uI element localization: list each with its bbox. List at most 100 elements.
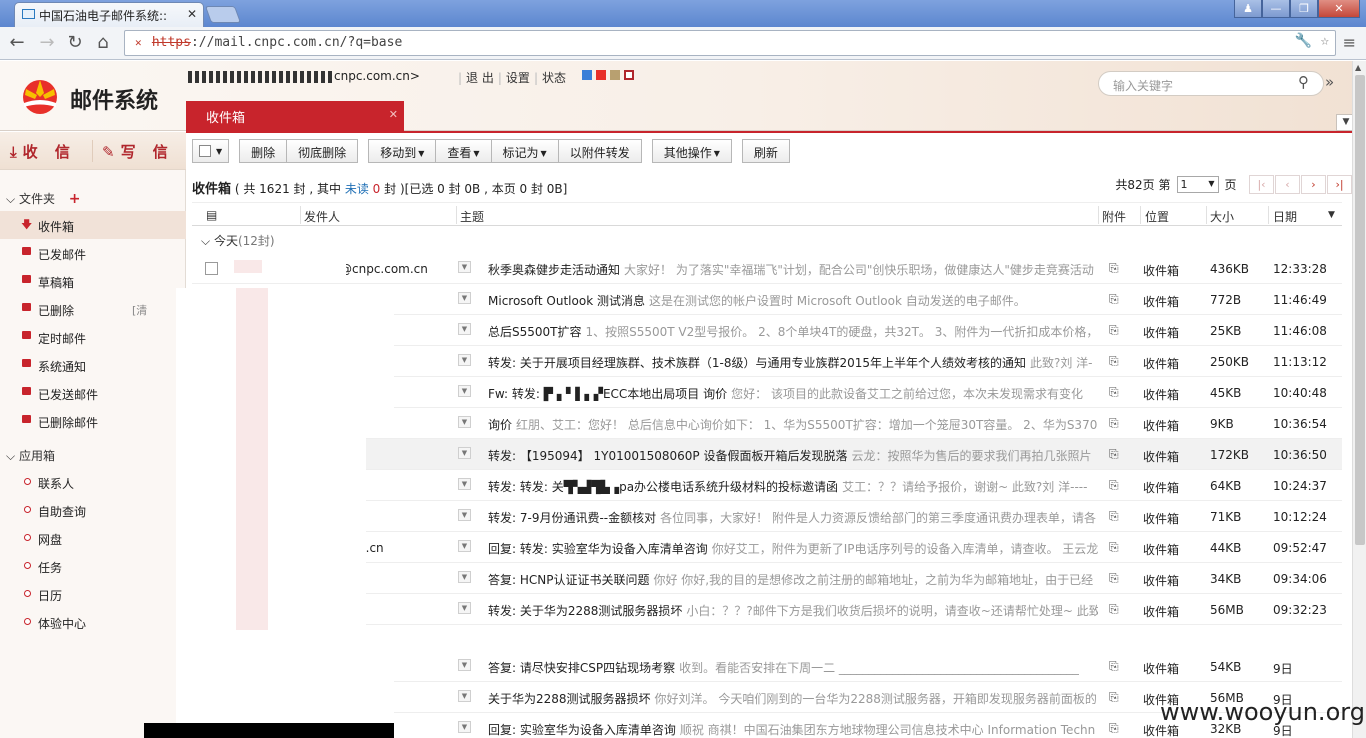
apps-group-toggle[interactable]: ⌵ 应用箱 [6,447,55,464]
sidebar-item-deleted[interactable]: 已删除 [清 [0,295,186,323]
row-menu-dropdown[interactable]: ▼ [458,721,471,733]
select-all-checkbox[interactable] [199,145,211,157]
row-menu-dropdown[interactable]: ▼ [458,571,471,583]
mark-as-dropdown[interactable]: 标记为 ▼ [491,139,559,163]
back-icon[interactable]: ← [6,32,28,53]
new-tab-button[interactable] [204,6,242,23]
empty-trash-link[interactable]: [清 [132,302,147,318]
skin-dark-red[interactable] [624,70,634,80]
search-icon[interactable]: ⚲ [1298,73,1309,91]
col-attachment[interactable]: 附件 [1102,208,1126,225]
col-date[interactable]: 日期 [1273,208,1297,225]
tab-close-icon[interactable]: ✕ [187,7,197,21]
row-subject[interactable]: 转发: 【195094】 1Y01001508060P 设备假面板开箱后发现脱落… [488,447,1098,464]
home-icon[interactable]: ⌂ [92,32,114,53]
search-input[interactable]: 输入关键字 [1098,71,1324,96]
row-menu-dropdown[interactable]: ▼ [458,416,471,428]
restore-button[interactable]: ❐ [1290,0,1318,18]
skin-blue[interactable] [582,70,592,80]
sidebar-item-experience[interactable]: 体验中心 [0,608,186,636]
col-sender[interactable]: 发件人 [304,208,340,225]
forward-as-attachment-button[interactable]: 以附件转发 [558,139,642,163]
row-subject[interactable]: 答复: HCNP认证证书关联问题 你好 你好,我的目的是想修改之前注册的邮箱地址，… [488,571,1098,588]
row-subject[interactable]: Fw: 转发: ▛ ▖▘▌▖▞ECC本地出局项目 询价 您好： 该项目的此款设备艾… [488,385,1098,402]
skin-tan[interactable] [610,70,620,80]
sidebar-item-calendar[interactable]: 日历 [0,580,186,608]
row-menu-dropdown[interactable]: ▼ [458,385,471,397]
row-checkbox[interactable] [205,262,218,275]
purge-button[interactable]: 彻底删除 [287,139,359,163]
row-menu-dropdown[interactable]: ▼ [458,540,471,552]
last-page-button[interactable]: ›| [1327,175,1352,194]
close-window-button[interactable]: ✕ [1318,0,1360,18]
row-menu-dropdown[interactable]: ▼ [458,509,471,521]
sidebar-item-tasks[interactable]: 任务 [0,552,186,580]
delete-button[interactable]: 删除 [239,139,288,163]
skin-red[interactable] [596,70,606,80]
forward-icon[interactable]: → [36,32,58,53]
col-location[interactable]: 位置 [1145,208,1169,225]
column-menu-icon[interactable]: ▤ [206,208,217,222]
row-menu-dropdown[interactable]: ▼ [458,447,471,459]
row-subject[interactable]: 答复: 请尽快安排CSP四钻现场考察 收到。看能否安排在下周一二 ________… [488,659,1098,676]
sidebar-item-drafts[interactable]: 草稿箱 [0,267,186,295]
unread-link[interactable]: 未读 [345,182,369,196]
row-subject[interactable]: 询价 红朋、艾工：您好！ 总后信息中心询价如下： 1、华为S5500T扩容：增加一… [488,416,1098,433]
page-scrollbar[interactable]: ▲ [1352,61,1366,738]
logout-link[interactable]: 退 出 [462,71,498,85]
address-bar[interactable]: ✕ https://mail.cnpc.com.cn/?q=base 🔧 ☆ [124,30,1336,56]
move-to-dropdown[interactable]: 移动到 ▼ [368,139,437,163]
reload-icon[interactable]: ↻ [64,32,86,53]
sidebar-item-deleted-mail[interactable]: 已删除邮件 [0,407,186,435]
minimize-button[interactable]: — [1262,0,1290,18]
row-menu-dropdown[interactable]: ▼ [458,659,471,671]
refresh-button[interactable]: 刷新 [741,139,790,163]
view-dropdown[interactable]: 查看 ▼ [436,139,492,163]
bookmark-star-icon[interactable]: 🔧 ☆ [1295,33,1329,49]
row-menu-dropdown[interactable]: ▼ [458,690,471,702]
row-menu-dropdown[interactable]: ▼ [458,354,471,366]
row-subject[interactable]: 转发: 7-9月份通讯费--金额核对 各位同事，大家好！ 附件是人力资源反馈给部门… [488,509,1098,526]
sidebar-item-system-notice[interactable]: 系统通知 [0,351,186,379]
status-link[interactable]: 状态 [538,71,570,85]
folders-group-toggle[interactable]: ⌵ 文件夹 + [6,190,81,207]
table-row[interactable]: @cnpc.com.cn ▼ 秋季奥森健步走活动通知 大家好！ 为了落实"幸福瑞飞"计… [192,253,1342,284]
prev-page-button[interactable]: ‹ [1275,175,1300,194]
double-chevron-icon[interactable]: » [1325,73,1334,91]
select-all-dropdown[interactable]: ▼ [192,139,230,163]
row-menu-dropdown[interactable]: ▼ [458,261,471,273]
browser-menu-icon[interactable]: ≡ [1343,33,1356,52]
other-actions-dropdown[interactable]: 其他操作 ▼ [651,139,732,163]
sort-desc-icon[interactable]: ▼ [1328,210,1335,220]
receive-button[interactable]: ⤓ 收 信 [10,141,76,162]
scroll-up-icon[interactable]: ▲ [1355,63,1361,72]
settings-link[interactable]: 设置 [502,71,534,85]
sidebar-item-scheduled[interactable]: 定时邮件 [0,323,186,351]
row-menu-dropdown[interactable]: ▼ [458,478,471,490]
row-subject[interactable]: Microsoft Outlook 测试消息 这是在测试您的帐户设置时 Micro… [488,292,1098,309]
row-subject[interactable]: 总后S5500T扩容 1、按照S5500T V2型号报价。 2、8个单块4T的硬盘… [488,323,1098,340]
sidebar-item-contacts[interactable]: 联系人 [0,468,186,496]
sidebar-item-sent-mail[interactable]: 已发送邮件 [0,379,186,407]
sidebar-item-inbox[interactable]: 🡇 收件箱 [0,211,186,239]
row-subject[interactable]: 转发: 关于华为2288测试服务器损坏 小白：？？?邮件下方是我们收货后损坏的说明… [488,602,1098,619]
row-subject[interactable]: 转发: 转发: 关▜▚▟▜▙▗pa办公楼电话系统升级材料的投标邀请函 艾工：？？请… [488,478,1098,495]
browser-tab[interactable]: 中国石油电子邮件系统:: ✕ [14,2,204,27]
first-page-button[interactable]: |‹ [1249,175,1274,194]
row-subject[interactable]: 回复: 转发: 实验室华为设备入库清单咨询 你好艾工，附件为更新了IP电话序列号的… [488,540,1098,557]
row-menu-dropdown[interactable]: ▼ [458,323,471,335]
row-subject[interactable]: 秋季奥森健步走活动通知 大家好！ 为了落实"幸福瑞飞"计划，配合公司"创快乐职场，… [488,261,1098,278]
col-subject[interactable]: 主题 [460,208,484,225]
page-select[interactable]: 1 [1176,176,1219,193]
row-subject[interactable]: 回复: 实验室华为设备入库清单咨询 顺祝 商祺！中国石油集团东方地球物理公司信息技… [488,721,1098,738]
sidebar-item-sent[interactable]: 已发邮件 [0,239,186,267]
row-subject[interactable]: 转发: 关于开展项目经理族群、技术族群（1-8级）与通用专业族群2015年上半年… [488,354,1098,371]
sidebar-item-netdisk[interactable]: 网盘 [0,524,186,552]
row-menu-dropdown[interactable]: ▼ [458,602,471,614]
user-icon[interactable]: ♟ [1234,0,1262,18]
add-folder-icon[interactable]: + [69,191,81,207]
col-size[interactable]: 大小 [1210,208,1234,225]
next-page-button[interactable]: › [1301,175,1326,194]
sidebar-item-self-query[interactable]: 自助查询 [0,496,186,524]
tab-inbox[interactable]: 收件箱 ✕ [186,101,404,131]
